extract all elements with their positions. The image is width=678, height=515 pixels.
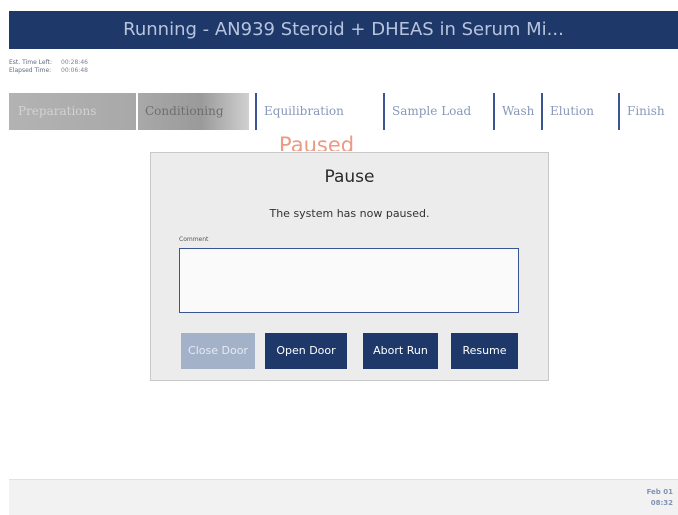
step-elution: Elution: [541, 93, 594, 130]
footer-bar: Feb 01 08:32: [9, 479, 678, 515]
timing-info: Est. Time Left: 00:28:46 Elapsed Time: 00:…: [9, 59, 88, 75]
step-wash: Wash: [493, 93, 534, 130]
comment-field[interactable]: [179, 248, 519, 313]
step-progress-bar: Preparations Conditioning Equilibration …: [9, 93, 678, 130]
comment-label: Comment: [179, 236, 209, 243]
paused-status-label: Paused: [279, 133, 355, 151]
step-equilibration: Equilibration: [255, 93, 344, 130]
step-finish: Finish: [618, 93, 665, 130]
elapsed-time-value: 00:06:48: [61, 67, 88, 74]
date-time-display: Feb 01 08:32: [647, 487, 673, 509]
run-title: Running - AN939 Steroid + DHEAS in Serum…: [123, 19, 564, 40]
open-door-button[interactable]: Open Door: [265, 333, 347, 369]
dialog-title: Pause: [324, 167, 375, 187]
step-sample-load: Sample Load: [383, 93, 471, 130]
time-text: 08:32: [650, 499, 673, 507]
est-time-left-label: Est. Time Left:: [9, 59, 52, 66]
step-preparations: Preparations: [18, 104, 97, 118]
step-conditioning: Conditioning: [136, 93, 224, 130]
abort-run-button[interactable]: Abort Run: [363, 333, 438, 369]
close-door-button[interactable]: Close Door: [181, 333, 255, 369]
est-time-left-value: 00:28:46: [61, 59, 88, 66]
pause-dialog: Pause The system has now paused. Comment…: [150, 152, 549, 381]
elapsed-time-label: Elapsed Time:: [9, 67, 52, 74]
date-text: Feb 01: [646, 488, 673, 496]
dialog-message: The system has now paused.: [269, 207, 430, 220]
app-window: Running - AN939 Steroid + DHEAS in Serum…: [9, 11, 678, 515]
title-bar: Running - AN939 Steroid + DHEAS in Serum…: [9, 11, 678, 49]
resume-button[interactable]: Resume: [451, 333, 518, 369]
